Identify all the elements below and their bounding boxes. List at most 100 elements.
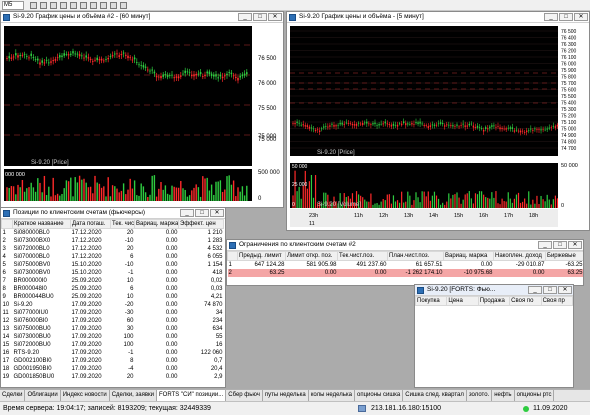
taskbar-tab[interactable]: опционы ртс bbox=[515, 390, 555, 401]
table-row[interactable]: 17 GD002100BI0 17.09.2020 8 0.00 0,7 bbox=[2, 357, 224, 365]
zoom-in-icon[interactable] bbox=[60, 2, 67, 9]
price-chart-60min[interactable]: 76 50076 00075 50075 00075 000500 000000… bbox=[1, 23, 283, 207]
limits-table[interactable]: Предыд. лимит Лимит откр. поз. Тек.чист.по… bbox=[227, 251, 584, 277]
window-title[interactable]: Si-9.20 [FORTS: Фью... _ □ ✕ bbox=[415, 285, 573, 296]
minimize-button[interactable]: _ bbox=[238, 13, 252, 21]
taskbar-tab[interactable]: опционы сишка bbox=[355, 390, 404, 401]
candle bbox=[302, 124, 304, 126]
maximize-button[interactable]: □ bbox=[253, 13, 267, 21]
column-header[interactable]: Биржевые bbox=[545, 251, 583, 261]
quote-table[interactable]: Покупка Цена Продажа Своя по Своя пр bbox=[415, 296, 573, 306]
volume-bar bbox=[162, 189, 164, 201]
column-header[interactable]: Тек.чист.поз. bbox=[337, 251, 388, 261]
column-header[interactable]: Эффект. цен bbox=[178, 219, 224, 229]
line-icon[interactable] bbox=[50, 2, 57, 9]
column-header[interactable]: Покупка bbox=[415, 296, 448, 306]
table-row[interactable]: 1 Si080000BL0 17.12.2020 20 0.00 1 210 bbox=[2, 229, 224, 238]
window-title[interactable]: Si-9.20 График цены и объёма - [5 минут]… bbox=[287, 12, 589, 23]
table-row[interactable]: 19 GD001850BU0 17.09.2020 20 0.00 2,9 bbox=[2, 373, 224, 381]
table-row[interactable]: 11 Si077000IU0 17.09.2020 -30 0.00 34 bbox=[2, 309, 224, 317]
table-row[interactable]: 18 GD001950BI0 17.09.2020 -4 0.00 20,4 bbox=[2, 365, 224, 373]
column-header[interactable]: Цена bbox=[446, 296, 479, 306]
maximize-button[interactable]: □ bbox=[553, 241, 567, 249]
candle bbox=[129, 57, 131, 59]
taskbar-tab[interactable]: путы неделька bbox=[263, 390, 309, 401]
interval-select[interactable]: M5 bbox=[2, 1, 24, 10]
table-row[interactable]: 8 BR000048I0 25.09.2020 6 0.00 0,03 bbox=[2, 285, 224, 293]
maximize-button[interactable]: □ bbox=[195, 209, 209, 217]
table-row[interactable]: 5 Si075000BV0 15.10.2020 -10 0.00 1 154 bbox=[2, 261, 224, 269]
volume-bar bbox=[100, 187, 103, 201]
taskbar-tab[interactable]: колы неделька bbox=[309, 390, 355, 401]
taskbar-tab[interactable]: Сделки, заявки bbox=[110, 390, 158, 401]
column-header[interactable] bbox=[1, 219, 13, 229]
cursor-icon[interactable] bbox=[80, 2, 87, 9]
column-header[interactable]: Вариац. маржа bbox=[443, 251, 494, 261]
column-header[interactable]: Краткое название bbox=[12, 219, 71, 229]
taskbar-tab[interactable]: Индекс новости bbox=[61, 390, 110, 401]
column-header[interactable]: Накоплен. доход bbox=[493, 251, 546, 261]
window-title[interactable]: Si-9.20 График цены и объёма #2 - [60 ми… bbox=[1, 12, 283, 23]
table-row[interactable]: 6 Si073000BV0 15.10.2020 -1 0.00 418 bbox=[2, 269, 224, 277]
table-row[interactable]: 15 Si072000BU0 17.09.2020 100 0.00 16 bbox=[2, 341, 224, 349]
table-row[interactable]: 4 Si070000BL0 17.12.2020 6 0.00 6 055 bbox=[2, 253, 224, 261]
column-header[interactable]: Своя пр bbox=[540, 296, 573, 306]
bars-icon[interactable] bbox=[40, 2, 47, 9]
taskbar-tab[interactable]: Облигации bbox=[25, 390, 61, 401]
close-button[interactable]: ✕ bbox=[210, 209, 224, 217]
close-button[interactable]: ✕ bbox=[558, 286, 572, 294]
maximize-button[interactable]: □ bbox=[559, 13, 573, 21]
column-header[interactable]: План.чист.поз. bbox=[387, 251, 444, 261]
column-header[interactable]: Своя по bbox=[509, 296, 542, 306]
window-title[interactable]: Ограничения по клиентским счетам #2 _ □ … bbox=[227, 240, 583, 251]
candles-icon[interactable] bbox=[30, 2, 37, 9]
settings-icon[interactable] bbox=[120, 2, 127, 9]
volume-bar bbox=[314, 175, 317, 208]
column-header[interactable]: Продажа bbox=[477, 296, 511, 306]
table-cell: 25.09.2020 bbox=[71, 286, 102, 292]
taskbar-tab[interactable]: золото. bbox=[467, 390, 493, 401]
zoom-out-icon[interactable] bbox=[70, 2, 77, 9]
table-row[interactable]: 12 Si076000BI0 17.09.2020 60 0.00 234 bbox=[2, 317, 224, 325]
text-icon[interactable] bbox=[100, 2, 107, 9]
minimize-button[interactable]: _ bbox=[544, 13, 558, 21]
close-button[interactable]: ✕ bbox=[568, 241, 582, 249]
positions-table[interactable]: Краткое названиеДата погаш.Тек. чист.Вар… bbox=[1, 219, 224, 381]
taskbar-tab[interactable]: Сбер фьюч bbox=[226, 390, 263, 401]
table-row[interactable]: 16 RTS-9.20 17.09.2020 -1 0.00 122 060 bbox=[2, 349, 224, 357]
maximize-button[interactable]: □ bbox=[543, 286, 557, 294]
table-row[interactable]: 14 Si073000BU0 17.09.2020 100 0.00 55 bbox=[2, 333, 224, 341]
price-chart-5min[interactable]: 76 50076 40076 30076 20076 10076 00075 9… bbox=[287, 23, 589, 230]
taskbar-tab[interactable]: нефть bbox=[492, 390, 515, 401]
table-row[interactable]: 9 BR000044BU0 25.09.2020 10 0.00 4,21 bbox=[2, 293, 224, 301]
table-row[interactable]: 13 Si075000BU0 17.09.2020 30 0.00 634 bbox=[2, 325, 224, 333]
table-row[interactable]: 3 Si072000BL0 17.12.2020 20 0.00 4 532 bbox=[2, 245, 224, 253]
table-row[interactable]: 2 63.25 0.00 0.00 -1 262 174.10 -10 975.68 0.0… bbox=[227, 269, 583, 277]
column-header[interactable]: Дата погаш. bbox=[70, 219, 111, 229]
table-row[interactable]: 1 647 124.28 581 905.98 491 237.60 61 657.51… bbox=[228, 261, 584, 270]
trendline-icon[interactable] bbox=[90, 2, 97, 9]
minimize-button[interactable]: _ bbox=[528, 286, 542, 294]
table-row[interactable]: 2 Si073000BX0 17.12.2020 -10 0.00 1 283 bbox=[2, 237, 224, 245]
arrow-icon[interactable] bbox=[110, 2, 117, 9]
column-header[interactable]: Тек. чист. bbox=[110, 219, 135, 229]
minimize-button[interactable]: _ bbox=[538, 241, 552, 249]
minimize-button[interactable]: _ bbox=[180, 209, 194, 217]
taskbar-tab[interactable]: Сишка след. квартал bbox=[403, 390, 467, 401]
column-header[interactable]: Вариац. маржа bbox=[134, 219, 179, 229]
taskbar-tab[interactable]: Сделки bbox=[0, 390, 26, 401]
close-button[interactable]: ✕ bbox=[268, 13, 282, 21]
window-title-text: Позиции по клиентским счетам (фьючерсы) bbox=[13, 209, 146, 216]
table-row[interactable]: 7 BR000000I0 25.09.2020 10 0.00 0,02 bbox=[2, 277, 224, 285]
column-header[interactable]: Предыд. лимит bbox=[237, 251, 286, 261]
column-header[interactable]: Лимит откр. поз. bbox=[285, 251, 338, 261]
close-button[interactable]: ✕ bbox=[574, 13, 588, 21]
volume-bar bbox=[300, 198, 302, 208]
table-row[interactable]: 10 Si-9.20 17.09.2020 -20 0.00 74 870 bbox=[2, 301, 224, 309]
volume-bar bbox=[517, 192, 520, 208]
window-title[interactable]: Позиции по клиентским счетам (фьючерсы) … bbox=[1, 208, 225, 219]
volume-bar bbox=[173, 186, 175, 201]
column-header[interactable] bbox=[227, 251, 238, 261]
taskbar-tab[interactable]: FORTS "СИ" позиции... bbox=[157, 390, 227, 401]
volume-bar bbox=[230, 184, 233, 201]
